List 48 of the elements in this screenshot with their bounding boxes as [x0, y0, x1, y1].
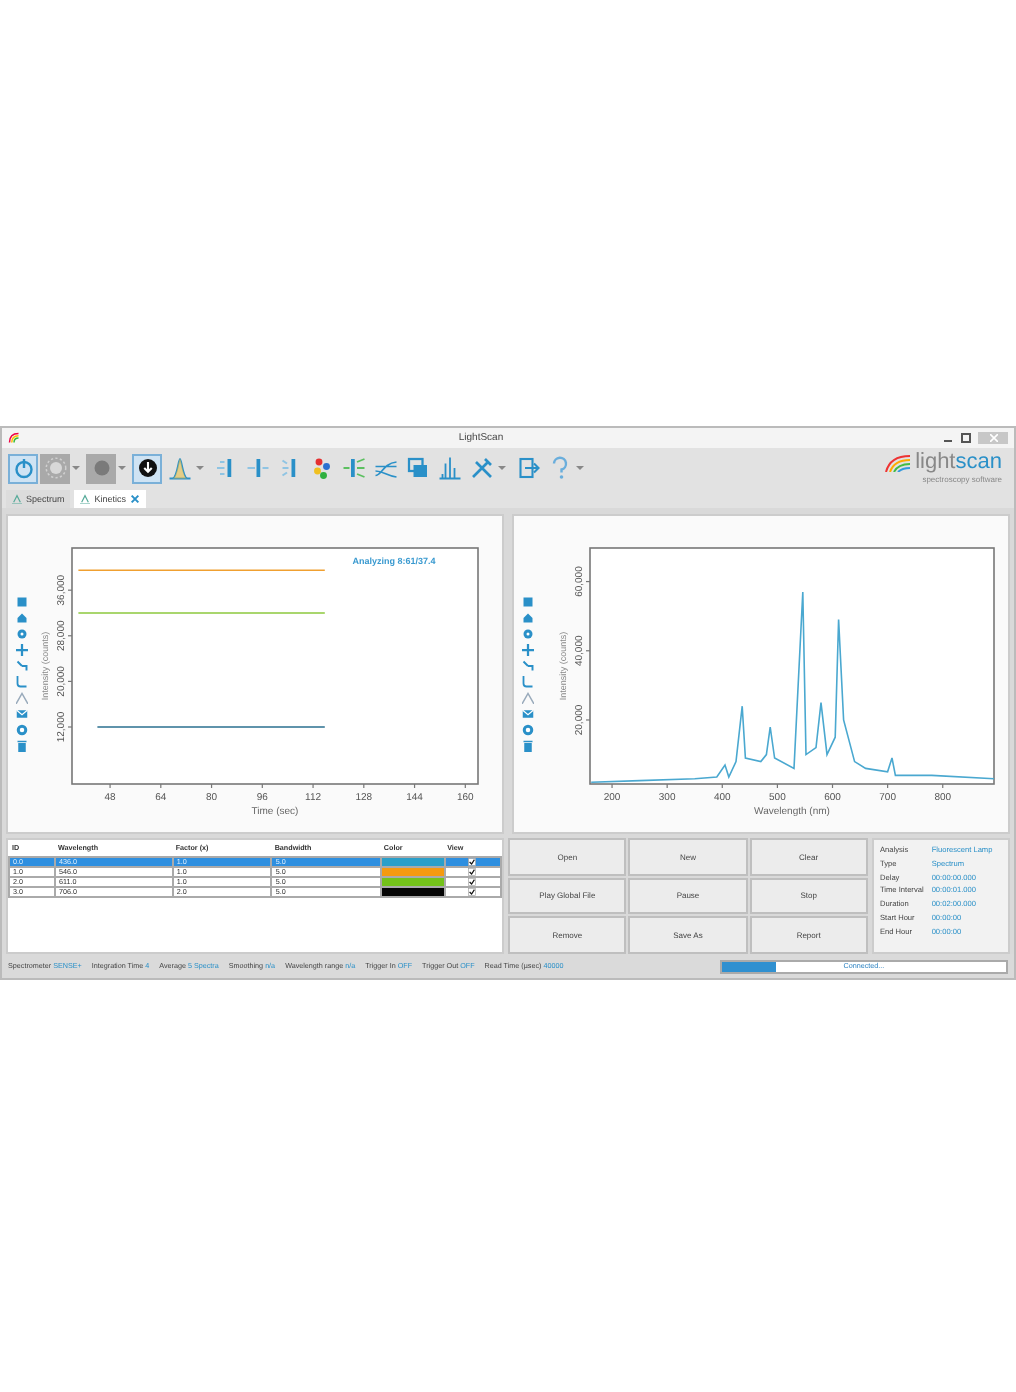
caret-icon[interactable] — [196, 464, 204, 472]
bar-icon — [213, 456, 237, 480]
peak-icon — [12, 494, 22, 504]
trash-icon[interactable] — [16, 740, 28, 752]
logo-text: lightscan — [915, 452, 1002, 474]
close-icon[interactable] — [130, 494, 141, 504]
bar-icon — [277, 456, 301, 480]
peak-icon[interactable] — [522, 692, 534, 704]
checkbox[interactable] — [468, 878, 477, 886]
peak-icon — [80, 494, 91, 504]
checkbox[interactable] — [468, 868, 477, 876]
checkbox[interactable] — [468, 858, 477, 866]
caret-icon[interactable] — [498, 464, 506, 472]
caret-icon[interactable] — [576, 464, 584, 472]
trash-icon[interactable] — [522, 740, 534, 752]
circle-icon[interactable] — [16, 724, 28, 736]
circle-icon[interactable] — [522, 724, 534, 736]
color-dots-icon — [309, 456, 333, 480]
curves-icon — [373, 456, 397, 480]
windows-icon — [405, 456, 429, 480]
rainbow-icon — [883, 454, 912, 472]
download-icon — [135, 456, 159, 480]
rainbow-icon — [8, 432, 20, 444]
dot-icon — [89, 456, 113, 480]
toolbar-button[interactable] — [132, 453, 162, 483]
peak-icon[interactable] — [16, 692, 28, 704]
curve-icon[interactable] — [522, 676, 534, 688]
house-icon[interactable] — [522, 612, 534, 624]
curve-icon[interactable] — [16, 676, 28, 688]
help-icon — [547, 456, 571, 480]
peak-icon — [167, 456, 191, 480]
square-icon[interactable] — [16, 596, 28, 608]
sun-icon — [43, 456, 67, 480]
square-icon[interactable] — [522, 596, 534, 608]
envelope-icon[interactable] — [522, 708, 534, 720]
exit-icon — [515, 456, 539, 480]
close-icon — [989, 434, 997, 442]
tools-icon — [469, 456, 493, 480]
checkbox[interactable] — [468, 888, 477, 896]
plus-icon[interactable] — [522, 644, 534, 656]
plus-icon[interactable] — [16, 644, 28, 656]
spectrum-icon — [437, 456, 461, 480]
power-icon — [11, 456, 35, 480]
bar-icon — [245, 456, 269, 480]
house-icon[interactable] — [16, 612, 28, 624]
maximize-icon[interactable] — [960, 432, 972, 444]
bar-rays-icon — [341, 456, 365, 480]
envelope-icon[interactable] — [16, 708, 28, 720]
